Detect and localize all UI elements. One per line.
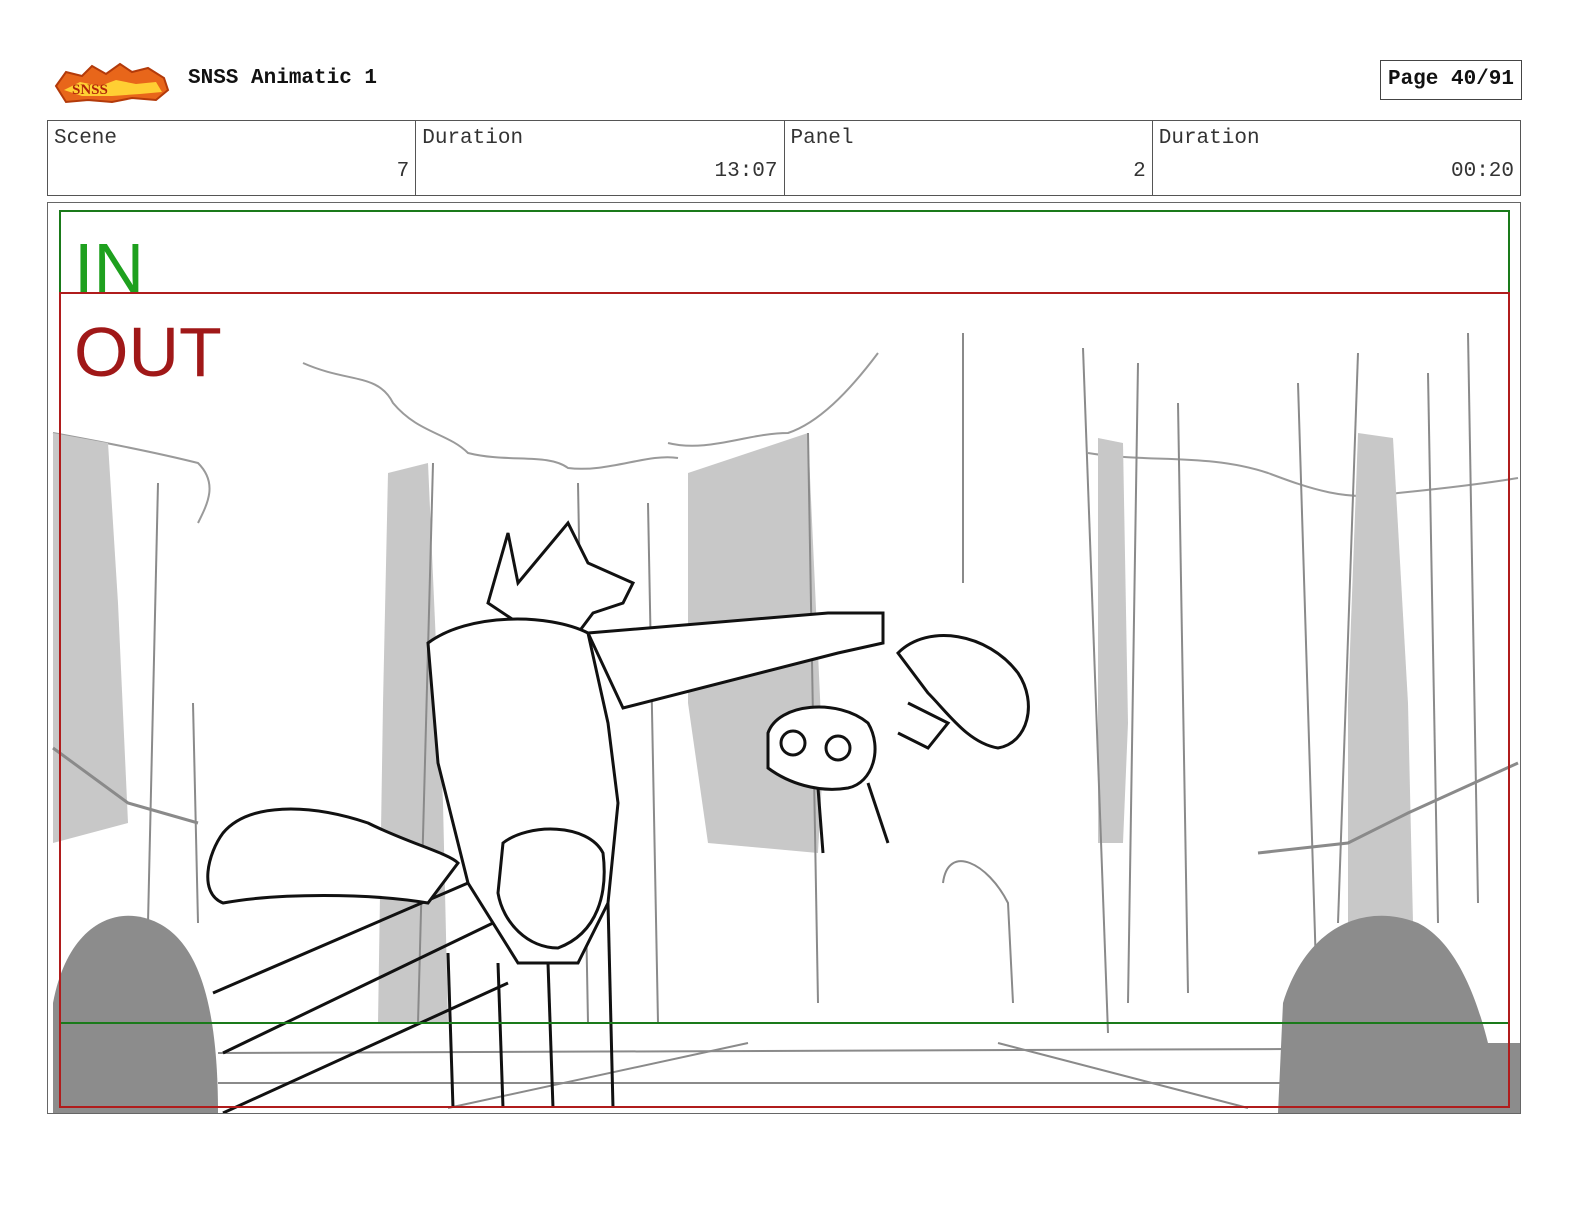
- trunk-shading: [53, 433, 1413, 1023]
- header: SNSS SNSS Animatic 1 Page 40/91: [48, 58, 1522, 106]
- panel-info-table: Scene 7 Duration 13:07 Panel 2 Duration …: [47, 120, 1521, 196]
- panel-duration-label: Duration: [1158, 127, 1260, 150]
- scene-duration-value: 13:07: [714, 160, 778, 183]
- show-logo: SNSS: [52, 60, 170, 104]
- panel-cell: Panel 2: [785, 121, 1153, 195]
- panel-duration-cell: Duration 00:20: [1153, 121, 1520, 195]
- panel-value: 2: [1133, 160, 1146, 183]
- scene-label: Scene: [54, 127, 118, 150]
- document-title: SNSS Animatic 1: [188, 67, 378, 90]
- ground-lines: [217, 1042, 1289, 1109]
- panel-sketch: [52, 210, 1520, 1113]
- panel-label: Panel: [790, 127, 854, 150]
- sword-sketch: [212, 881, 509, 1113]
- scene-duration-cell: Duration 13:07: [416, 121, 785, 195]
- storyboard-panel: IN OUT: [47, 202, 1521, 1114]
- trunk-lines: [147, 332, 1479, 1034]
- out-frame-label: OUT: [74, 313, 222, 391]
- scene-value: 7: [396, 160, 410, 183]
- scene-duration-label: Duration: [422, 127, 524, 150]
- page-indicator: Page 40/91: [1379, 60, 1522, 100]
- scene-cell: Scene 7: [48, 121, 417, 195]
- panel-duration-value: 00:20: [1450, 160, 1514, 183]
- in-frame-label: IN: [74, 229, 144, 307]
- svg-text:SNSS: SNSS: [72, 82, 108, 98]
